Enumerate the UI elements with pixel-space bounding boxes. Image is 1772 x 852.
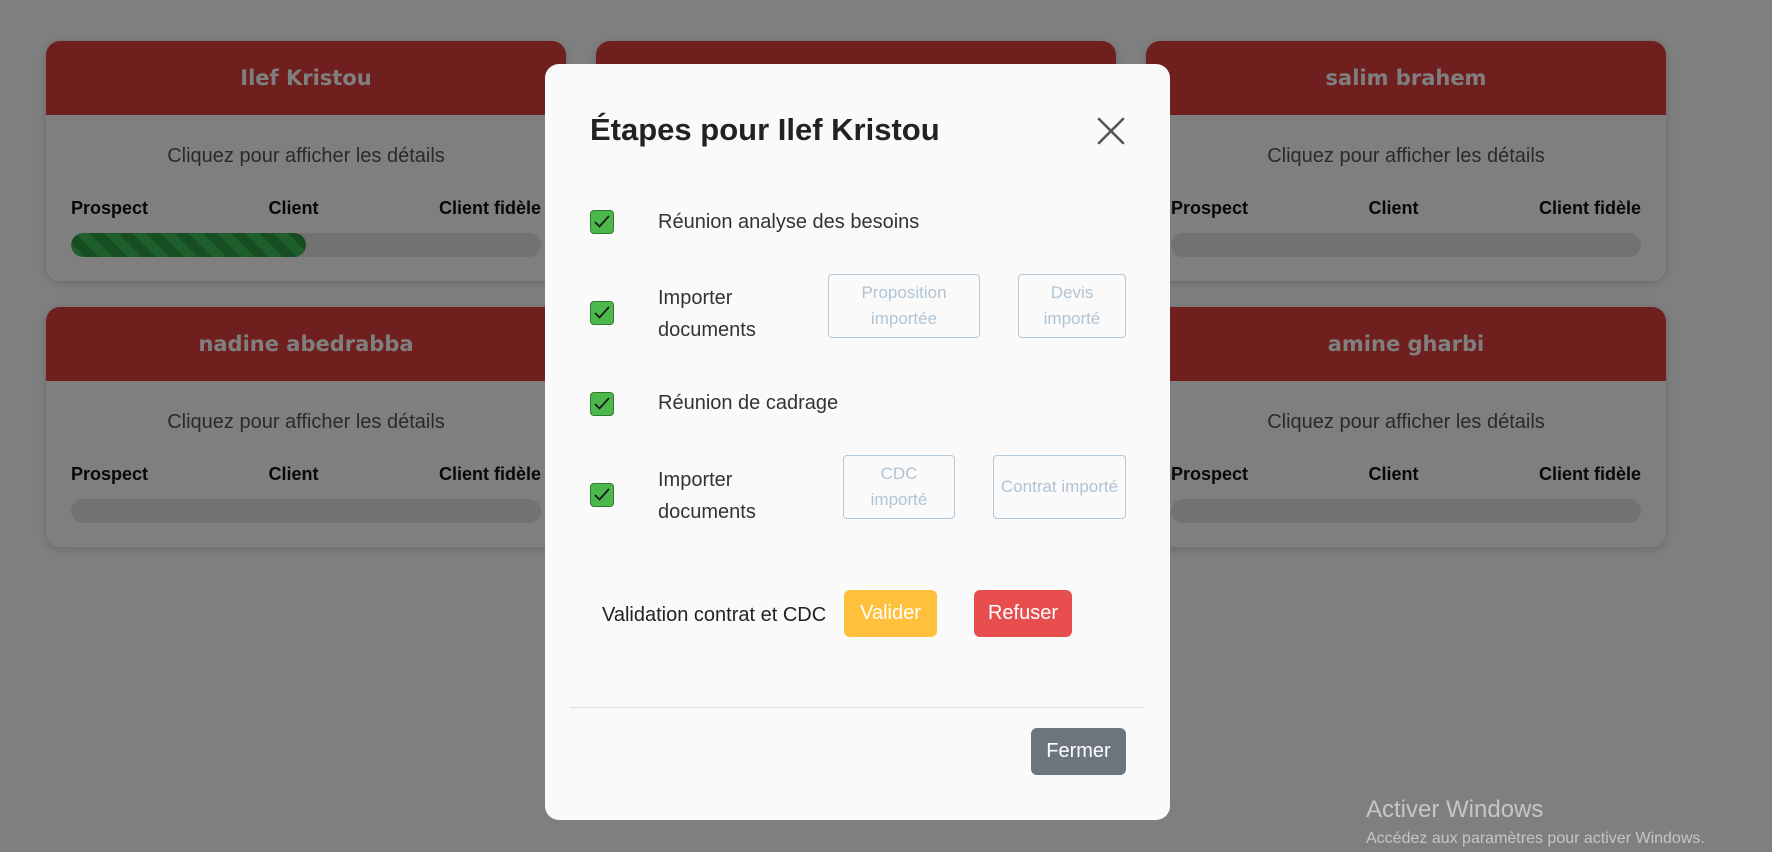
step-checkbox[interactable] bbox=[590, 301, 614, 325]
checkmark-icon bbox=[594, 306, 610, 319]
valider-button[interactable]: Valider bbox=[844, 590, 937, 637]
checkmark-icon bbox=[594, 397, 610, 410]
document-button-proposition[interactable]: Proposition importée bbox=[828, 274, 980, 338]
validation-label: Validation contrat et CDC bbox=[602, 604, 827, 626]
refuser-button[interactable]: Refuser bbox=[974, 590, 1072, 637]
checkmark-icon bbox=[594, 215, 610, 228]
step-checkbox[interactable] bbox=[590, 483, 614, 507]
steps-modal: Étapes pour Ilef Kristou Réunion analyse… bbox=[545, 64, 1170, 820]
fermer-button[interactable]: Fermer bbox=[1031, 728, 1126, 775]
watermark-subtitle: Accédez aux paramètres pour activer Wind… bbox=[1366, 830, 1705, 847]
step-label: Réunion analyse des besoins bbox=[658, 211, 920, 233]
checkmark-icon bbox=[594, 488, 610, 501]
step-label: Réunion de cadrage bbox=[658, 392, 839, 414]
windows-activation-watermark: Activer Windows Accédez aux paramètres p… bbox=[1366, 796, 1705, 848]
document-button-devis[interactable]: Devis importé bbox=[1018, 274, 1126, 338]
step-checkbox[interactable] bbox=[590, 210, 614, 234]
step-label: Importer documents bbox=[658, 287, 756, 341]
step-checkbox[interactable] bbox=[590, 392, 614, 416]
step-label: Importer documents bbox=[658, 469, 756, 523]
document-button-contrat[interactable]: Contrat importé bbox=[993, 455, 1126, 519]
close-icon[interactable] bbox=[1096, 116, 1126, 146]
document-button-cdc[interactable]: CDC importé bbox=[843, 455, 955, 519]
footer-divider bbox=[570, 707, 1145, 708]
watermark-title: Activer Windows bbox=[1366, 796, 1544, 823]
modal-title: Étapes pour Ilef Kristou bbox=[590, 112, 940, 147]
